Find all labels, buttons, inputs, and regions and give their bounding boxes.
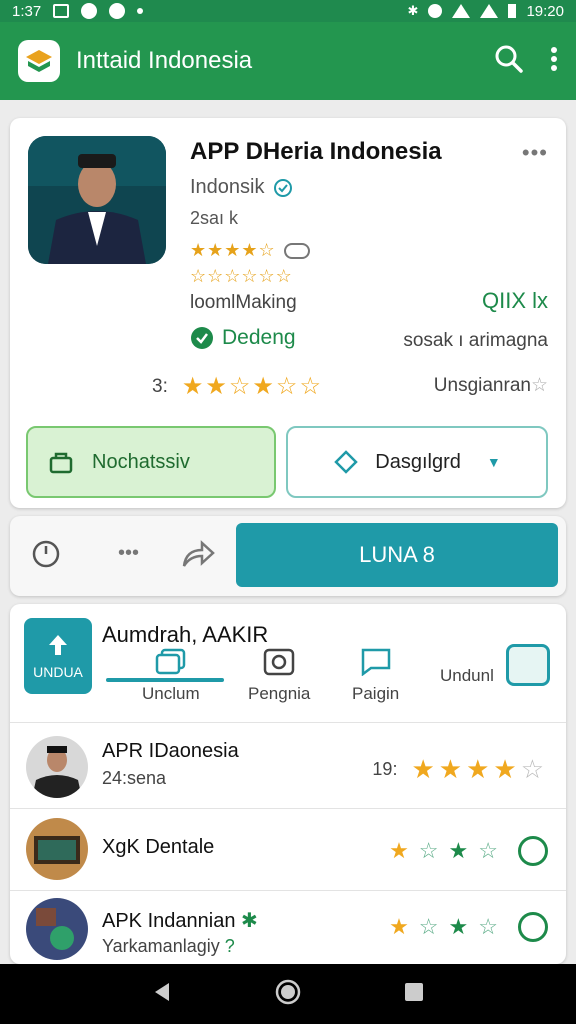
divider bbox=[10, 722, 566, 723]
download-button[interactable]: Dasgılgrd ▼ bbox=[286, 426, 548, 498]
chevron-down-icon: ▼ bbox=[486, 454, 501, 470]
app-name: APP DHeria Indonesia bbox=[190, 138, 442, 165]
rating-stars-icon: ★★☆★☆☆ bbox=[181, 373, 323, 400]
dot-icon bbox=[137, 8, 144, 14]
notification-button-label: Nochatssiv bbox=[92, 450, 190, 473]
more-horiz-icon[interactable]: ••• bbox=[118, 542, 139, 565]
list-item-title[interactable]: APR IDaonesia bbox=[102, 740, 239, 763]
help-icon: ? bbox=[224, 936, 235, 956]
app-size: 2saı k bbox=[190, 208, 239, 228]
sparkle-icon: ✱ bbox=[241, 910, 258, 932]
app-bar: Inttaid Indonesia bbox=[0, 22, 576, 100]
chat-icon[interactable] bbox=[518, 836, 548, 866]
list-item-avatar bbox=[26, 898, 88, 960]
chat-icon[interactable] bbox=[518, 912, 548, 942]
notification-button[interactable]: Nochatssiv bbox=[26, 426, 276, 498]
location-icon bbox=[428, 4, 443, 18]
timer-icon[interactable] bbox=[30, 538, 62, 575]
sub-tab-unclum[interactable]: Unclum bbox=[142, 646, 200, 704]
upload-tile-label: UNDUA bbox=[33, 664, 83, 680]
more-horiz-icon[interactable]: ••• bbox=[522, 140, 548, 166]
info-pill-icon bbox=[283, 242, 310, 259]
star-row-secondary: ☆☆☆☆☆☆ bbox=[190, 266, 293, 286]
status-time: 1:37 bbox=[12, 2, 42, 20]
list-item-avatar bbox=[26, 818, 88, 880]
list-item-title[interactable]: APK Indannian ✱ bbox=[102, 908, 258, 933]
battery-icon bbox=[508, 4, 517, 18]
developer-name[interactable]: Indonsik bbox=[190, 176, 265, 199]
list-item-subtitle: Yarkamanlagiy ? bbox=[102, 936, 235, 956]
app-logo-icon bbox=[18, 40, 60, 82]
grid-icon[interactable] bbox=[506, 644, 550, 686]
status-badge: Dedeng bbox=[222, 326, 296, 349]
shield-icon bbox=[81, 3, 98, 19]
diamond-icon bbox=[334, 450, 359, 474]
signal-icon bbox=[480, 4, 499, 18]
bluetooth-icon: ✱ bbox=[407, 3, 419, 18]
list-item-stars-icon: ★☆★☆ bbox=[389, 914, 508, 939]
check-circle-icon bbox=[191, 327, 213, 349]
list-header: Aumdrah, AAKIR bbox=[102, 622, 269, 647]
sub-tab-paigin[interactable]: Paigin bbox=[352, 646, 399, 704]
download-button-label: Dasgılgrd bbox=[375, 450, 461, 473]
primary-action-button[interactable]: LUNA 8 bbox=[236, 523, 558, 587]
rating-row: 3: ★★☆★☆☆ bbox=[152, 372, 323, 401]
search-icon[interactable] bbox=[494, 44, 524, 79]
app-code: QIIX lx bbox=[481, 288, 548, 313]
upload-icon bbox=[49, 635, 67, 655]
app-bar-title: Inttaid Indonesia bbox=[76, 47, 253, 74]
star-row-primary: ★★★★☆ bbox=[190, 240, 310, 261]
divider bbox=[10, 890, 566, 891]
recents-icon[interactable] bbox=[403, 981, 425, 1008]
list-item-title[interactable]: XgK Dentale bbox=[102, 836, 214, 859]
wifi-icon bbox=[452, 4, 471, 18]
app-description: sosak ı arimagna bbox=[403, 330, 548, 351]
app-category: loomlMaking bbox=[190, 292, 297, 313]
back-icon[interactable] bbox=[151, 981, 173, 1008]
list-card: UNDUA Aumdrah, AAKIR Unclum Pengnia Paig… bbox=[10, 604, 566, 964]
notification-icon bbox=[53, 4, 70, 18]
list-item-stars-icon: ★★★★☆ bbox=[411, 754, 548, 784]
camera-icon bbox=[263, 648, 295, 676]
action-bar: ••• LUNA 8 bbox=[10, 516, 566, 596]
stars-icon: ★★★★☆ bbox=[190, 240, 276, 260]
list-item-avatar bbox=[26, 736, 88, 798]
rating-label: Unsgianran☆ bbox=[433, 375, 548, 396]
navigation-bar bbox=[0, 964, 576, 1024]
active-tab-indicator bbox=[106, 678, 224, 682]
message-icon bbox=[361, 648, 390, 676]
list-item-rating: 19: ★★★★☆ bbox=[372, 754, 548, 785]
more-vert-icon[interactable] bbox=[550, 46, 558, 77]
divider bbox=[10, 808, 566, 809]
info-icon bbox=[109, 3, 126, 19]
status-bar: 1:37 ✱ 19:20 bbox=[0, 0, 576, 22]
home-icon[interactable] bbox=[275, 979, 301, 1010]
status-clock: 19:20 bbox=[526, 2, 564, 20]
verified-icon bbox=[273, 178, 292, 197]
rating-number: 3: bbox=[152, 375, 168, 397]
app-avatar bbox=[28, 136, 166, 264]
sub-tab-undunl[interactable]: Undunl bbox=[440, 666, 494, 686]
sub-tab-pengnia[interactable]: Pengnia bbox=[248, 646, 310, 704]
app-detail-card: APP DHeria Indonesia ••• Indonsik 2saı k… bbox=[10, 118, 566, 508]
list-item-subtitle: 24:sena bbox=[102, 768, 167, 788]
bag-icon bbox=[49, 452, 73, 474]
primary-action-label: LUNA 8 bbox=[359, 542, 435, 567]
share-icon[interactable] bbox=[180, 538, 216, 575]
upload-tile[interactable]: UNDUA bbox=[24, 618, 92, 694]
list-item-rating-number: 19: bbox=[372, 759, 398, 779]
layers-icon bbox=[155, 648, 186, 675]
list-item-stars-icon: ★☆★☆ bbox=[389, 838, 508, 863]
